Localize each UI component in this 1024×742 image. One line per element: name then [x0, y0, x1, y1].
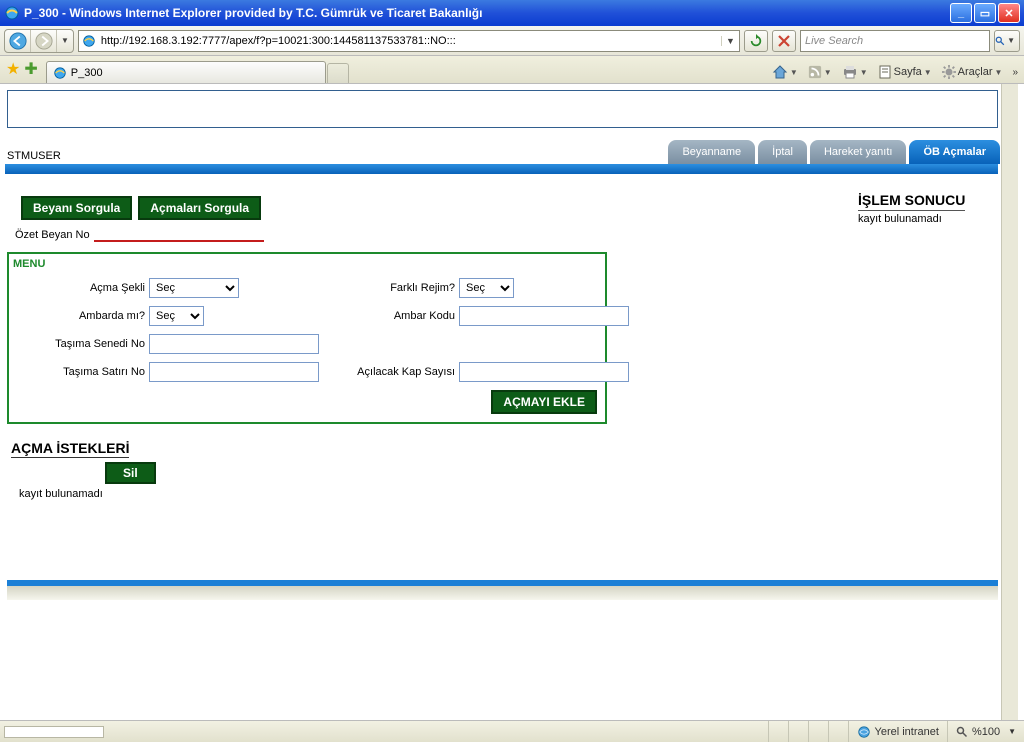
menu-panel: MENU Açma Şekli Seç Farklı Rejim? Seç Am…: [7, 252, 607, 424]
navigation-bar: ▼ ▼ Live Search ▼: [0, 26, 1024, 56]
toolbar-chevron[interactable]: »: [1012, 67, 1018, 78]
nav-history-dropdown[interactable]: ▼: [57, 36, 73, 45]
progress-bar: [4, 726, 104, 738]
acmayi-ekle-button[interactable]: AÇMAYI EKLE: [491, 390, 597, 414]
print-button[interactable]: ▼: [842, 65, 868, 79]
ambar-kodu-label: Ambar Kodu: [329, 310, 459, 322]
acilacak-kap-label: Açılacak Kap Sayısı: [329, 366, 459, 378]
browser-tabbar: ★ ✚ P_300 ▼ ▼ ▼ Sayfa▼ Araçlar▼ »: [0, 56, 1024, 84]
address-bar[interactable]: ▼: [78, 30, 740, 52]
tools-menu[interactable]: Araçlar▼: [942, 65, 1003, 79]
acma-istekleri-empty: kayıt bulunamadı: [19, 488, 850, 500]
beyani-sorgula-button[interactable]: Beyanı Sorgula: [21, 196, 132, 220]
tasima-satiri-no-label: Taşıma Satırı No: [9, 366, 149, 378]
farkli-rejim-select[interactable]: Seç: [459, 278, 514, 298]
islem-sonucu-empty: kayıt bulunamadı: [858, 213, 1000, 225]
zoom-level[interactable]: %100 ▼: [947, 721, 1024, 742]
ambarda-mi-label: Ambarda mı?: [9, 310, 149, 322]
scroll-down-button[interactable]: ▼: [1003, 705, 1017, 720]
acilacak-kap-input[interactable]: [459, 362, 629, 382]
footer-shadow: [7, 586, 998, 600]
add-favorite-icon[interactable]: ✚: [24, 59, 37, 79]
window-titlebar: P_300 - Windows Internet Explorer provid…: [0, 0, 1024, 26]
window-title: P_300 - Windows Internet Explorer provid…: [24, 6, 950, 20]
acmalari-sorgula-button[interactable]: Açmaları Sorgula: [138, 196, 261, 220]
back-button[interactable]: [5, 30, 31, 52]
tasima-senedi-no-label: Taşıma Senedi No: [9, 338, 149, 350]
acma-sekli-select[interactable]: Seç: [149, 278, 239, 298]
new-tab-button[interactable]: [327, 63, 349, 83]
tab-ob-acmalar[interactable]: ÖB Açmalar: [909, 140, 1000, 164]
tab-beyanname[interactable]: Beyanname: [668, 140, 755, 164]
minimize-button[interactable]: _: [950, 3, 972, 23]
page-menu[interactable]: Sayfa▼: [878, 65, 932, 79]
security-zone: Yerel intranet: [848, 721, 947, 742]
scroll-up-button[interactable]: ▲: [1003, 84, 1017, 99]
page-viewport: ▲ ▼ STMUSER Beyanname İptal Hareket yanı…: [0, 84, 1018, 720]
user-label: STMUSER: [5, 150, 61, 164]
home-button[interactable]: ▼: [772, 64, 798, 80]
browser-tab[interactable]: P_300: [46, 61, 326, 83]
ozet-beyan-no-input[interactable]: [94, 228, 264, 242]
tasima-senedi-no-input[interactable]: [149, 334, 319, 354]
ambar-kodu-input[interactable]: [459, 306, 629, 326]
sil-button[interactable]: Sil: [105, 462, 156, 484]
tab-iptal[interactable]: İptal: [758, 140, 807, 164]
refresh-button[interactable]: [744, 30, 768, 52]
search-button[interactable]: ▼: [994, 30, 1020, 52]
header-box: [7, 90, 998, 128]
maximize-button[interactable]: ▭: [974, 3, 996, 23]
page-icon: [79, 34, 99, 48]
scrollbar-thumb[interactable]: [1003, 100, 1017, 480]
close-button[interactable]: ✕: [998, 3, 1020, 23]
status-bar: Yerel intranet %100 ▼: [0, 720, 1024, 742]
ambarda-mi-select[interactable]: Seç: [149, 306, 204, 326]
feeds-button[interactable]: ▼: [808, 65, 832, 79]
tasima-satiri-no-input[interactable]: [149, 362, 319, 382]
forward-button[interactable]: [31, 30, 57, 52]
menu-title: MENU: [9, 254, 605, 278]
address-dropdown[interactable]: ▼: [721, 36, 739, 46]
farkli-rejim-label: Farklı Rejim?: [329, 282, 459, 294]
tab-underline: [5, 164, 998, 174]
acma-istekleri-title: AÇMA İSTEKLERİ: [11, 440, 129, 458]
ozet-beyan-no-label: Özet Beyan No: [15, 229, 90, 241]
tab-hareket-yaniti[interactable]: Hareket yanıtı: [810, 140, 906, 164]
search-box[interactable]: Live Search: [800, 30, 990, 52]
ie-icon: [4, 5, 20, 21]
acma-sekli-label: Açma Şekli: [9, 282, 149, 294]
url-input[interactable]: [99, 33, 721, 49]
stop-button[interactable]: [772, 30, 796, 52]
islem-sonucu-title: İŞLEM SONUCU: [858, 192, 965, 211]
browser-tab-label: P_300: [71, 67, 103, 79]
favorites-icon[interactable]: ★: [6, 59, 20, 79]
